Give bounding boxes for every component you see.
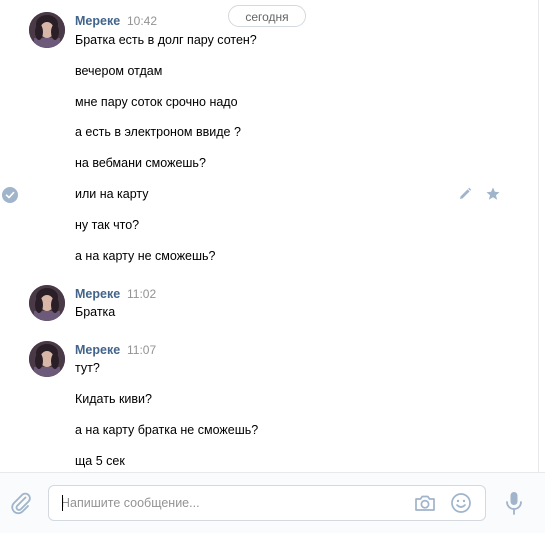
paperclip-icon[interactable] bbox=[9, 491, 33, 515]
message-text: тут? bbox=[75, 361, 100, 375]
microphone-icon[interactable] bbox=[503, 490, 525, 516]
message-author[interactable]: Мереке bbox=[75, 287, 120, 301]
message-text: или на карту bbox=[75, 187, 149, 201]
message-text: а есть в электроном ввиде ? bbox=[75, 125, 241, 139]
message-input[interactable] bbox=[61, 486, 401, 520]
message-time[interactable]: 10:42 bbox=[127, 14, 157, 28]
message-text: вечером отдам bbox=[75, 64, 163, 78]
message-text: а на карту не сможешь? bbox=[75, 249, 216, 263]
message-author[interactable]: Мереке bbox=[75, 343, 120, 357]
message-text: ща 5 сек bbox=[75, 454, 125, 468]
message-text: мне пару соток срочно надо bbox=[75, 95, 238, 109]
message-time[interactable]: 11:02 bbox=[127, 287, 156, 301]
avatar[interactable] bbox=[29, 341, 65, 377]
text-caret bbox=[62, 495, 63, 511]
message-time[interactable]: 11:07 bbox=[127, 343, 156, 357]
checkmark-icon[interactable] bbox=[2, 187, 18, 203]
message-text: Братка bbox=[75, 305, 116, 319]
message-input-box[interactable] bbox=[48, 485, 486, 521]
date-separator: сегодня bbox=[228, 5, 306, 27]
message-author[interactable]: Мереке bbox=[75, 14, 120, 28]
star-icon[interactable] bbox=[485, 186, 501, 202]
message-text: ну так что? bbox=[75, 218, 140, 232]
scroll-divider bbox=[538, 0, 539, 472]
smiley-icon[interactable] bbox=[450, 492, 472, 514]
pencil-icon[interactable] bbox=[457, 186, 473, 202]
avatar[interactable] bbox=[29, 12, 65, 48]
message-text: Кидать киви? bbox=[75, 392, 152, 406]
message-text: Братка есть в долг пару сотен? bbox=[75, 33, 257, 47]
camera-icon[interactable] bbox=[414, 493, 436, 513]
message-text: на вебмани сможешь? bbox=[75, 156, 206, 170]
message-text: а на карту братка не сможешь? bbox=[75, 423, 259, 437]
avatar[interactable] bbox=[29, 285, 65, 321]
chat-window: сегодня Мереке 10:42 Братка есть в долг … bbox=[0, 0, 545, 533]
message-composer bbox=[0, 472, 545, 533]
